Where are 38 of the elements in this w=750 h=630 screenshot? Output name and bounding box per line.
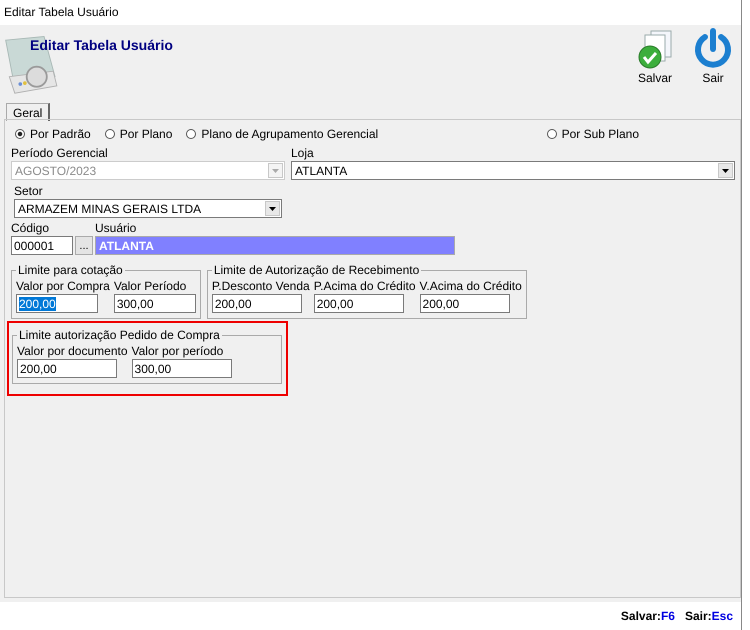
input-field[interactable]: 200,00 — [17, 359, 117, 378]
field-label: Valor por documento — [17, 344, 128, 358]
group-title: Limite para cotação — [17, 263, 124, 277]
lookup-button[interactable]: ... — [75, 236, 93, 255]
input-field[interactable]: 200,00 — [16, 294, 98, 313]
input-field[interactable]: 300,00 — [114, 294, 196, 313]
group-title: Limite autorização Pedido de Compra — [18, 328, 221, 342]
field-label: Período Gerencial — [11, 146, 109, 160]
field-label: Usuário — [95, 221, 138, 235]
field-label: Código — [11, 221, 50, 235]
field-label: Loja — [291, 146, 315, 160]
tab[interactable]: Geral — [6, 103, 50, 121]
input-field[interactable]: 200,00 — [314, 294, 404, 313]
field-label: P.Desconto Venda — [212, 279, 310, 293]
radio-button[interactable]: Por Plano — [104, 127, 172, 141]
field-label: V.Acima do Crédito — [420, 279, 522, 293]
shortcut-label: Sair:Esc — [684, 609, 733, 623]
radio-button[interactable]: Por Sub Plano — [546, 127, 639, 141]
input-field[interactable]: 300,00 — [132, 359, 232, 378]
dropdown[interactable]: ARMAZEM MINAS GERAIS LTDA — [14, 199, 282, 218]
shortcut-label: Salvar:F6 — [620, 609, 675, 623]
field-label: Valor por período — [132, 344, 224, 358]
exit-button[interactable]: Sair — [689, 27, 737, 85]
dropdown[interactable]: ATLANTA — [291, 161, 735, 180]
radio-button[interactable]: Plano de Agrupamento Gerencial — [186, 127, 378, 141]
input-field[interactable]: 200,00 — [420, 294, 510, 313]
group-title: Limite de Autorização de Recebimento — [212, 263, 420, 277]
radio-button[interactable]: Por Padrão — [15, 127, 91, 141]
field-label: Setor — [14, 184, 44, 198]
window-title: Editar Tabela Usuário — [0, 0, 741, 25]
form-title: Editar Tabela Usuário — [30, 37, 173, 53]
user-field: ATLANTA — [95, 236, 455, 255]
field-label: Valor Período — [114, 279, 188, 293]
input-field[interactable]: 200,00 — [212, 294, 302, 313]
field-label: P.Acima do Crédito — [314, 279, 416, 293]
field-label: Valor por Compra — [16, 279, 110, 293]
save-button[interactable]: Salvar — [631, 27, 679, 85]
input-field[interactable]: 000001 — [11, 236, 73, 255]
